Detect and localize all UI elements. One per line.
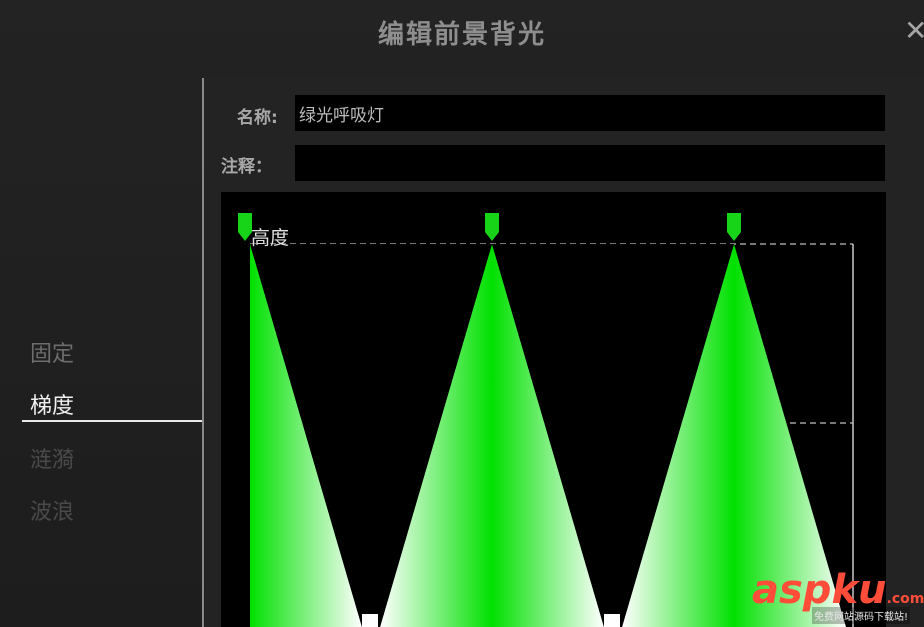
bottom-point-handle[interactable] [362, 614, 378, 627]
peak-point-handle[interactable] [238, 213, 252, 241]
peak-point-handle[interactable] [485, 213, 499, 241]
peak-point-handle[interactable] [727, 213, 741, 241]
bottom-point-handle[interactable] [604, 614, 620, 627]
watermark-tagline: 免费网站源码下载站! [812, 607, 911, 624]
y-axis-label: 高度 [251, 227, 290, 249]
gradient-curve-svg [238, 213, 854, 627]
